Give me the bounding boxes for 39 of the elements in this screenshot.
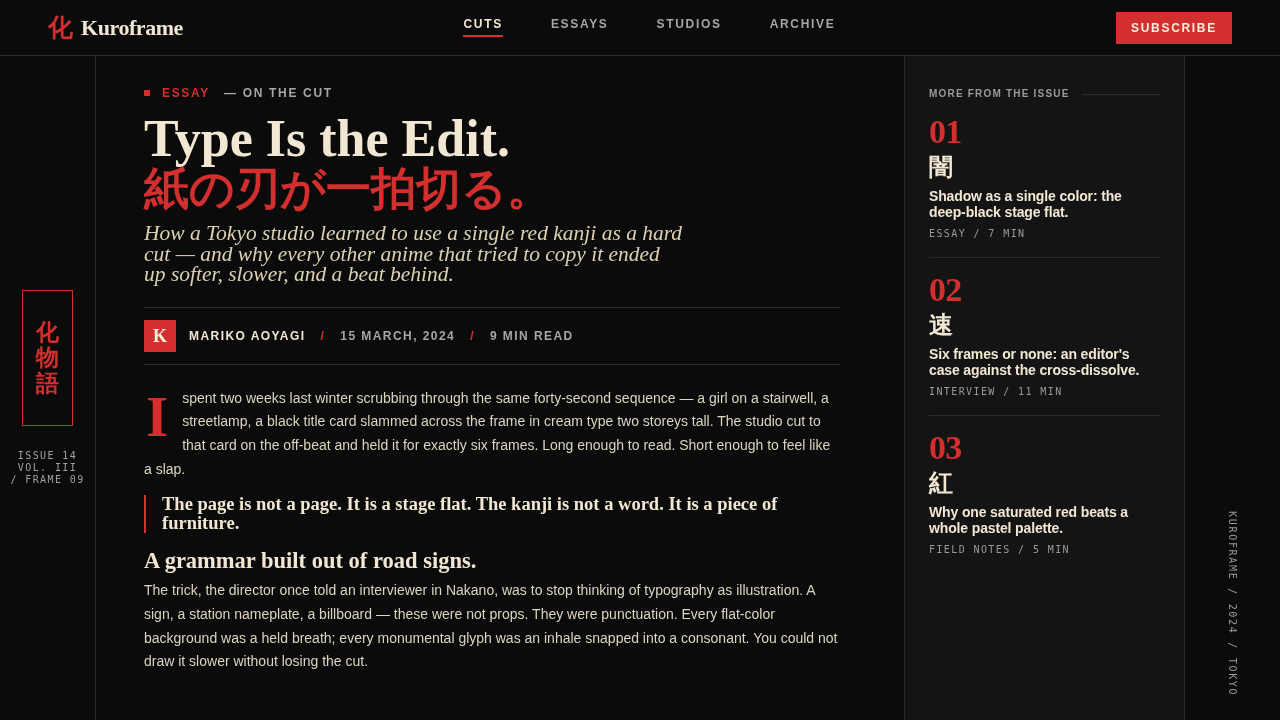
nav-tab[interactable]: STUDIOS <box>656 16 722 37</box>
issue-label: ISSUE 14 <box>17 449 78 462</box>
issue-kanji: 闇 <box>929 153 954 182</box>
author-name: MARIKO AOYAGI <box>189 328 306 343</box>
issue-kanji: 速 <box>929 311 954 340</box>
issue-number: 02 <box>929 272 963 308</box>
rail-caption: KUROFRAME / 2024 / TOKYO <box>1226 510 1239 696</box>
byline-meta: 9 MIN READ <box>489 328 574 343</box>
story-link[interactable]: Six frames or none: an editor's case against the cross-dissolve. <box>929 346 1160 378</box>
nav-tab[interactable]: ESSAYS <box>550 16 609 37</box>
nav-tab[interactable]: ARCHIVE <box>769 16 836 37</box>
section-heading: A grammar built out of road signs. <box>144 547 478 576</box>
issue-number: 03 <box>929 430 963 466</box>
subscribe-button[interactable]: SUBSCRIBE <box>1116 11 1232 44</box>
story-meta: INTERVIEW / 11 MIN <box>929 386 1064 398</box>
category-label: ESSAY <box>162 86 210 100</box>
byline-meta: 15 MARCH, 2024 <box>340 328 456 343</box>
logo-mark[interactable]: 化 <box>48 15 73 40</box>
kanji-stamp: 化物語 <box>22 290 73 426</box>
author-avatar: K <box>144 319 176 352</box>
story-meta: ESSAY / 7 MIN <box>929 228 1027 240</box>
sidebar-heading: MORE FROM THE ISSUE <box>929 88 1070 100</box>
article-subtitle: How a Tokyo studio learned to use a single red kanji as a hard cut — and why every other anime that tried to copy it ended up softer, slower, and a beat behind. <box>144 223 684 285</box>
story-meta: FIELD NOTES / 5 MIN <box>929 544 1071 556</box>
issue-label: VOL. III <box>17 461 78 474</box>
byline-separator: / <box>470 328 475 343</box>
body-paragraph: I spent two weeks last winter scrubbing through the same forty-second sequence — a girl on a stairwell, a streetlamp, a black title card slammed across the frame in cream type two storeys tall. The studio cut to that card on the off-beat and held it for exactly six frames. Long enough to read. Short enough to feel like a slap. <box>144 386 832 479</box>
issue-number: 01 <box>929 114 963 150</box>
byline-separator: / <box>320 328 326 343</box>
bullet-icon <box>144 90 150 96</box>
story-link[interactable]: Shadow as a single color: the deep-black stage flat. <box>929 188 1160 220</box>
pull-quote: The page is not a page. It is a stage flat. The kanji is not a word. It is a piece of furniture. <box>144 495 840 534</box>
story-link[interactable]: Why one saturated red beats a whole pastel palette. <box>929 504 1160 536</box>
issue-label: / FRAME 09 <box>10 473 85 486</box>
site-name[interactable]: Kuroframe <box>81 16 183 39</box>
nav-tab[interactable]: CUTS <box>463 16 503 37</box>
body-paragraph: The trick, the director once told an interviewer in Nakano, was to stop thinking of typography as illustration. A sign, a station nameplate, a billboard — these were not props. They were punctuation. Every flat-color background was a held breath; every monumental glyph was an inhale snapped into a consonant. You could not draw it slower without losing the cut. <box>144 581 839 672</box>
section-label: — ON THE CUT <box>224 86 333 100</box>
issue-kanji: 紅 <box>929 469 954 498</box>
